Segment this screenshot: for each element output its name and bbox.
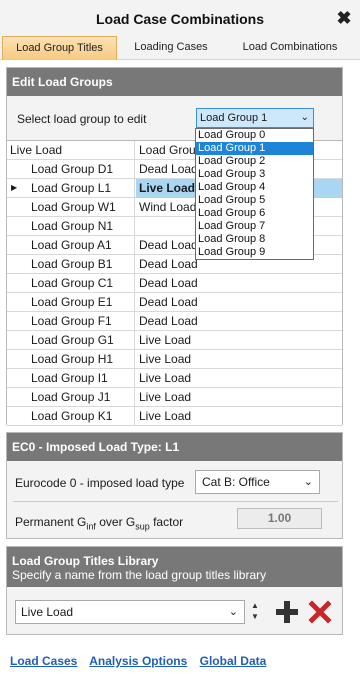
library-title: Load Group Titles Library [12,554,159,568]
table-row[interactable]: Load Group C1 Dead Load [7,274,342,293]
dropdown-option[interactable]: Load Group 8 [196,233,313,246]
group-name-cell[interactable]: Load Group C1 [7,274,135,293]
group-name-cell[interactable]: Load Group I1 [7,369,135,388]
group-name-cell[interactable]: Load Group N1 [7,217,135,236]
permanent-factor-label: Permanent Ginf over Gsup factor [15,515,184,532]
group-type-cell[interactable]: Dead Load [136,274,342,293]
group-name-cell[interactable]: Load Group D1 [7,160,135,179]
group-type-cell[interactable]: Live Load [136,407,342,426]
group-type-cell[interactable]: Live Load [136,331,342,350]
library-subtitle: Specify a name from the load group title… [12,568,267,582]
delete-icon[interactable] [308,600,332,624]
group-name-cell[interactable]: Load Group A1 [7,236,135,255]
load-group-dropdown-list: Load Group 0 Load Group 1 Load Group 2 Load… [195,128,314,260]
chevron-up-icon[interactable]: ▲ [249,600,261,611]
dropdown-option[interactable]: Load Group 2 [196,155,313,168]
spin-buttons[interactable]: ▲ ▼ [249,600,261,624]
panel-header: Edit Load Groups [7,68,342,96]
dropdown-option[interactable]: Load Group 4 [196,181,313,194]
library-title-value: Live Load [21,605,74,619]
library-title-select[interactable]: Live Load ⌄ [15,600,245,624]
table-row[interactable]: Load Group I1 Live Load [7,369,342,388]
imposed-type-label: Eurocode 0 - imposed load type [15,476,185,490]
table-row[interactable]: Load Group H1 Live Load [7,350,342,369]
table-row[interactable]: Load Group K1 Live Load [7,407,342,426]
dropdown-option[interactable]: Load Group 5 [196,194,313,207]
imposed-type-select[interactable]: Cat B: Office ⌄ [195,470,320,494]
chevron-down-icon: ⌄ [228,606,238,618]
window-title: Load Case Combinations [95,11,265,27]
select-group-label: Select load group to edit [17,112,147,126]
link-analysis-options[interactable]: Analysis Options [89,654,187,668]
group-name-cell[interactable]: Load Group K1 [7,407,135,426]
dropdown-option[interactable]: Load Group 0 [196,129,313,142]
load-group-select-value: Load Group 1 [200,112,268,124]
permanent-factor-field[interactable]: 1.00 [237,508,322,529]
group-type-cell[interactable]: Live Load [136,369,342,388]
title-bar: Load Case Combinations ✖ [0,0,360,36]
link-load-cases[interactable]: Load Cases [10,654,77,668]
tab-load-combinations[interactable]: Load Combinations [226,36,354,60]
link-global-data[interactable]: Global Data [200,654,267,668]
table-row[interactable]: Load Group G1 Live Load [7,331,342,350]
group-name-cell[interactable]: Load Group L1 [7,179,135,198]
group-type-cell[interactable]: Live Load [136,388,342,407]
group-name-cell[interactable]: Load Group B1 [7,255,135,274]
panel-header: Load Group Titles Library Specify a name… [7,547,342,587]
dropdown-option[interactable]: Load Group 3 [196,168,313,181]
dropdown-option[interactable]: Load Group 9 [196,246,313,259]
dropdown-option[interactable]: Load Group 6 [196,207,313,220]
chevron-down-icon: ⌄ [300,112,309,123]
group-name-cell[interactable]: Load Group W1 [7,198,135,217]
tab-strip: Load Group Titles Loading Cases Load Com… [0,36,360,60]
titles-library-panel: Load Group Titles Library Specify a name… [6,546,343,635]
chevron-down-icon[interactable]: ▼ [249,611,261,622]
panel-header: EC0 - Imposed Load Type: L1 [7,433,342,461]
group-type-cell[interactable]: Live Load [136,350,342,369]
group-type-cell[interactable]: Dead Load [136,312,342,331]
table-row[interactable]: Load Group E1 Dead Load [7,293,342,312]
group-name-cell[interactable]: Load Group J1 [7,388,135,407]
group-name-cell[interactable]: Load Group E1 [7,293,135,312]
chevron-down-icon: ⌄ [303,476,313,488]
divider [13,501,338,502]
group-name-cell[interactable]: Load Group F1 [7,312,135,331]
group-name-cell[interactable]: Load Group G1 [7,331,135,350]
imposed-load-panel: EC0 - Imposed Load Type: L1 Eurocode 0 -… [6,432,343,539]
table-row[interactable]: Load Group F1 Dead Load [7,312,342,331]
dropdown-option[interactable]: Load Group 1 [196,142,313,155]
group-type-cell[interactable]: Dead Load [136,293,342,312]
add-icon[interactable] [274,599,300,625]
group-name-cell[interactable]: Load Group H1 [7,350,135,369]
load-group-select[interactable]: Load Group 1 ⌄ [196,108,314,128]
dropdown-option[interactable]: Load Group 7 [196,220,313,233]
column-header-name[interactable]: Live Load [7,141,135,160]
imposed-type-value: Cat B: Office [202,475,270,489]
table-row[interactable]: Load Group J1 Live Load [7,388,342,407]
tab-loading-cases[interactable]: Loading Cases [118,36,224,60]
tab-load-group-titles[interactable]: Load Group Titles [2,36,117,60]
footer-links: Load Cases Analysis Options Global Data [10,654,275,668]
close-icon[interactable]: ✖ [334,8,354,28]
